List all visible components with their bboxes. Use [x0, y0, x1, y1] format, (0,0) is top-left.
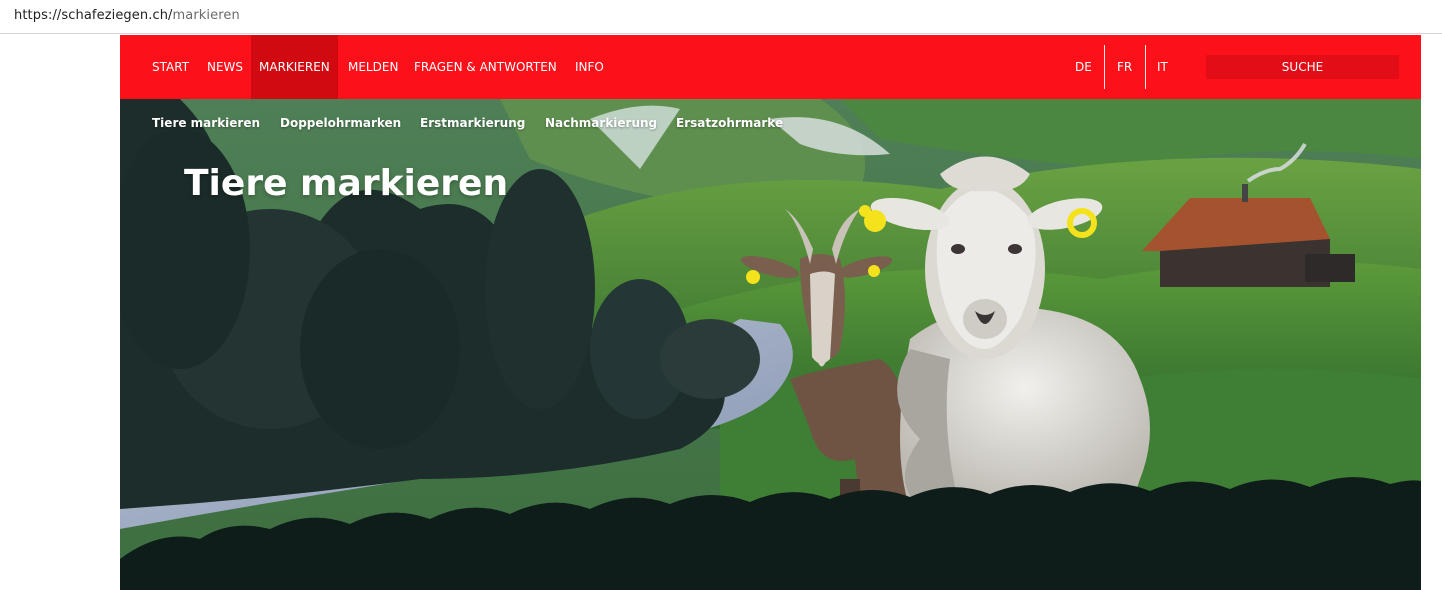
- nav-item-melden[interactable]: MELDEN: [340, 35, 406, 99]
- url-host: https://schafeziegen.ch/: [14, 8, 173, 23]
- main-navigation: START NEWS MARKIEREN MELDEN FRAGEN & ANT…: [120, 35, 1421, 99]
- language-it[interactable]: IT: [1157, 35, 1168, 99]
- url-text[interactable]: https://schafeziegen.ch/markieren: [14, 8, 240, 23]
- language-de[interactable]: DE: [1075, 35, 1092, 99]
- nav-item-start[interactable]: START: [144, 35, 197, 99]
- language-fr[interactable]: FR: [1117, 35, 1132, 99]
- nav-item-fragen-antworten[interactable]: FRAGEN & ANTWORTEN: [406, 35, 565, 99]
- nav-item-info[interactable]: INFO: [567, 35, 612, 99]
- search-button[interactable]: SUCHE: [1206, 55, 1399, 79]
- subnav-erstmarkierung[interactable]: Erstmarkierung: [420, 116, 525, 130]
- language-divider: [1145, 45, 1146, 89]
- nav-item-markieren[interactable]: MARKIEREN: [251, 35, 338, 99]
- subnav-doppelohrmarken[interactable]: Doppelohrmarken: [280, 116, 401, 130]
- nav-item-news[interactable]: NEWS: [199, 35, 251, 99]
- subnav-tiere-markieren[interactable]: Tiere markieren: [152, 116, 260, 130]
- subnav-nachmarkierung[interactable]: Nachmarkierung: [545, 116, 657, 130]
- page-title: Tiere markieren: [184, 163, 509, 204]
- language-divider: [1104, 45, 1105, 89]
- hero-banner: Tiere markieren Doppelohrmarken Erstmark…: [120, 99, 1421, 590]
- subnav-ersatzohrmarke[interactable]: Ersatzohrmarke: [676, 116, 783, 130]
- url-path: markieren: [172, 8, 240, 23]
- browser-address-bar[interactable]: https://schafeziegen.ch/markieren: [0, 0, 1442, 34]
- website: START NEWS MARKIEREN MELDEN FRAGEN & ANT…: [120, 35, 1421, 590]
